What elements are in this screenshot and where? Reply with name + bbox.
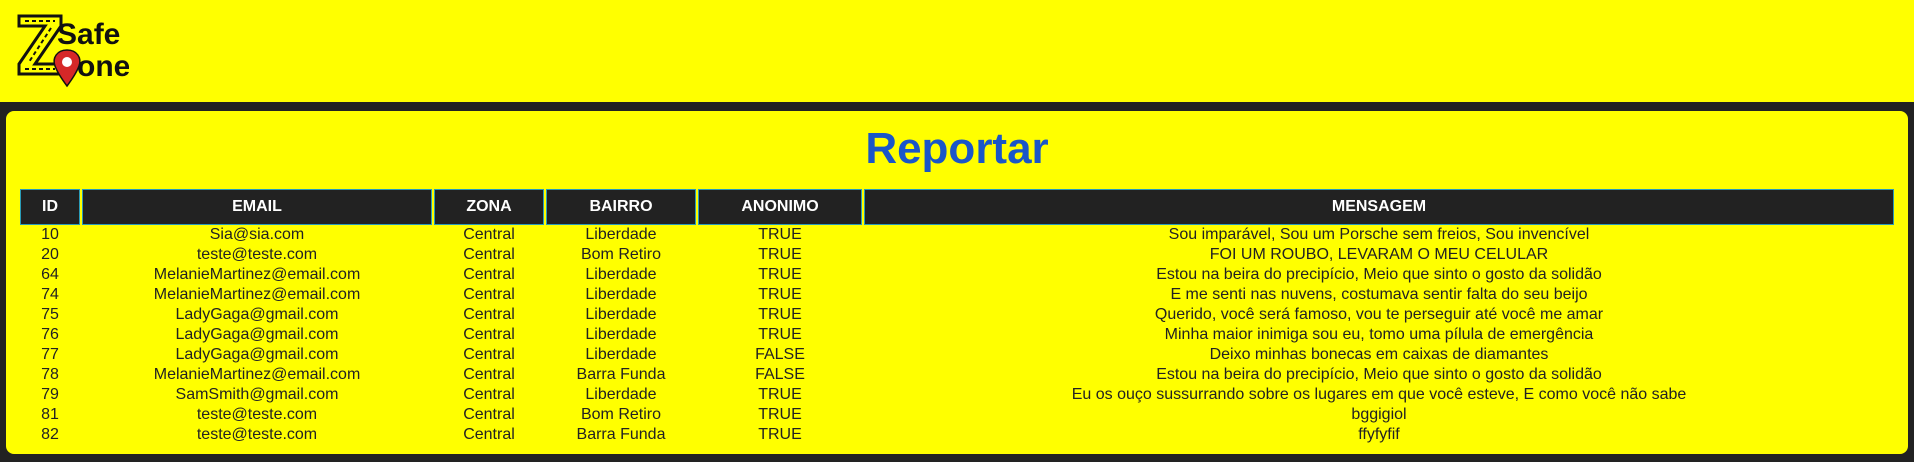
cell-bairro: Liberdade: [585, 286, 657, 303]
cell-email: LadyGaga@gmail.com: [175, 346, 339, 363]
table-row[interactable]: 74 MelanieMartinez@email.com Central Lib…: [20, 285, 1894, 305]
cell-id: 74: [41, 286, 59, 303]
column-header-email[interactable]: EMAIL: [82, 189, 432, 225]
cell-bairro: Liberdade: [585, 226, 657, 243]
cell-bairro: Liberdade: [585, 386, 657, 403]
cell-anonimo: TRUE: [758, 426, 802, 443]
cell-email: MelanieMartinez@email.com: [153, 266, 361, 283]
table-row[interactable]: 79 SamSmith@gmail.com Central Liberdade …: [20, 385, 1894, 405]
column-header-mensagem[interactable]: MENSAGEM: [864, 189, 1894, 225]
cell-bairro: Bom Retiro: [580, 246, 662, 263]
column-header-id[interactable]: ID: [20, 189, 80, 225]
table-body: 10 Sia@sia.com Central Liberdade TRUE So…: [20, 225, 1894, 445]
cell-mensagem: Estou na beira do precipício, Meio que s…: [1156, 366, 1602, 383]
cell-id: 10: [41, 226, 59, 243]
cell-anonimo: TRUE: [758, 326, 802, 343]
cell-zona: Central: [463, 346, 515, 363]
cell-email: MelanieMartinez@email.com: [153, 366, 361, 383]
cell-zona: Central: [463, 306, 515, 323]
cell-id: 64: [41, 266, 59, 283]
cell-zona: Central: [463, 386, 515, 403]
table-row[interactable]: 78 MelanieMartinez@email.com Central Bar…: [20, 365, 1894, 385]
logo-text-bottom: one: [77, 50, 129, 83]
cell-bairro: Liberdade: [585, 346, 657, 363]
cell-id: 81: [41, 406, 59, 423]
cell-mensagem: Deixo minhas bonecas em caixas de diaman…: [1209, 346, 1549, 363]
cell-mensagem: Eu os ouço sussurrando sobre os lugares …: [1071, 386, 1687, 403]
cell-zona: Central: [463, 286, 515, 303]
cell-zona: Central: [463, 266, 515, 283]
cell-anonimo: TRUE: [758, 266, 802, 283]
table-row[interactable]: 81 teste@teste.com Central Bom Retiro TR…: [20, 405, 1894, 425]
logo-text-top: Safe: [57, 18, 120, 51]
cell-id: 76: [41, 326, 59, 343]
map-pin-icon: [53, 49, 81, 88]
table-row[interactable]: 10 Sia@sia.com Central Liberdade TRUE So…: [20, 225, 1894, 245]
cell-mensagem: FOI UM ROUBO, LEVARAM O MEU CELULAR: [1209, 246, 1549, 263]
cell-email: Sia@sia.com: [209, 226, 305, 243]
cell-mensagem: Querido, você será famoso, vou te perseg…: [1154, 306, 1604, 323]
logo-graphic: Safe one: [17, 14, 130, 88]
table-row[interactable]: 82 teste@teste.com Central Barra Funda T…: [20, 425, 1894, 445]
cell-anonimo: FALSE: [755, 346, 805, 363]
table-header-row: ID EMAIL ZONA BAIRRO ANONIMO MENSAGEM: [20, 189, 1894, 225]
cell-bairro: Bom Retiro: [580, 406, 662, 423]
table-row[interactable]: 20 teste@teste.com Central Bom Retiro TR…: [20, 245, 1894, 265]
column-header-zona[interactable]: ZONA: [434, 189, 544, 225]
cell-anonimo: TRUE: [758, 246, 802, 263]
table-row[interactable]: 77 LadyGaga@gmail.com Central Liberdade …: [20, 345, 1894, 365]
report-panel: Reportar ID EMAIL ZONA BAIRRO ANONIMO ME…: [6, 111, 1908, 454]
cell-bairro: Liberdade: [585, 326, 657, 343]
cell-id: 79: [41, 386, 59, 403]
cell-mensagem: Minha maior inimiga sou eu, tomo uma píl…: [1164, 326, 1594, 343]
cell-bairro: Barra Funda: [576, 366, 666, 383]
cell-zona: Central: [463, 366, 515, 383]
cell-id: 75: [41, 306, 59, 323]
table-row[interactable]: 75 LadyGaga@gmail.com Central Liberdade …: [20, 305, 1894, 325]
top-header: Safe one: [0, 0, 1914, 102]
cell-bairro: Barra Funda: [576, 426, 666, 443]
cell-anonimo: TRUE: [758, 306, 802, 323]
cell-bairro: Liberdade: [585, 266, 657, 283]
cell-mensagem: ffyfyfif: [1358, 426, 1400, 443]
cell-anonimo: TRUE: [758, 406, 802, 423]
column-header-anonimo[interactable]: ANONIMO: [698, 189, 862, 225]
cell-id: 20: [41, 246, 59, 263]
reports-table: ID EMAIL ZONA BAIRRO ANONIMO MENSAGEM 10…: [18, 189, 1896, 445]
cell-zona: Central: [463, 326, 515, 343]
cell-zona: Central: [463, 426, 515, 443]
cell-email: teste@teste.com: [196, 406, 318, 423]
table-row[interactable]: 64 MelanieMartinez@email.com Central Lib…: [20, 265, 1894, 285]
cell-mensagem: bggigiol: [1351, 406, 1407, 423]
cell-id: 77: [41, 346, 59, 363]
column-header-bairro[interactable]: BAIRRO: [546, 189, 696, 225]
table-row[interactable]: 76 LadyGaga@gmail.com Central Liberdade …: [20, 325, 1894, 345]
cell-anonimo: TRUE: [758, 226, 802, 243]
cell-anonimo: TRUE: [758, 286, 802, 303]
cell-zona: Central: [463, 406, 515, 423]
cell-zona: Central: [463, 246, 515, 263]
cell-zona: Central: [463, 226, 515, 243]
cell-mensagem: Sou imparável, Sou um Porsche sem freios…: [1168, 226, 1590, 243]
cell-id: 78: [41, 366, 59, 383]
safe-zone-logo[interactable]: Safe one: [17, 12, 130, 90]
cell-anonimo: TRUE: [758, 386, 802, 403]
cell-email: teste@teste.com: [196, 426, 318, 443]
cell-bairro: Liberdade: [585, 306, 657, 323]
cell-anonimo: FALSE: [755, 366, 805, 383]
cell-id: 82: [41, 426, 59, 443]
cell-email: LadyGaga@gmail.com: [175, 326, 339, 343]
cell-email: LadyGaga@gmail.com: [175, 306, 339, 323]
cell-email: MelanieMartinez@email.com: [153, 286, 361, 303]
cell-email: teste@teste.com: [196, 246, 318, 263]
cell-email: SamSmith@gmail.com: [175, 386, 339, 403]
page-title: Reportar: [865, 124, 1049, 173]
cell-mensagem: Estou na beira do precipício, Meio que s…: [1156, 266, 1602, 283]
cell-mensagem: E me senti nas nuvens, costumava sentir …: [1170, 286, 1588, 303]
